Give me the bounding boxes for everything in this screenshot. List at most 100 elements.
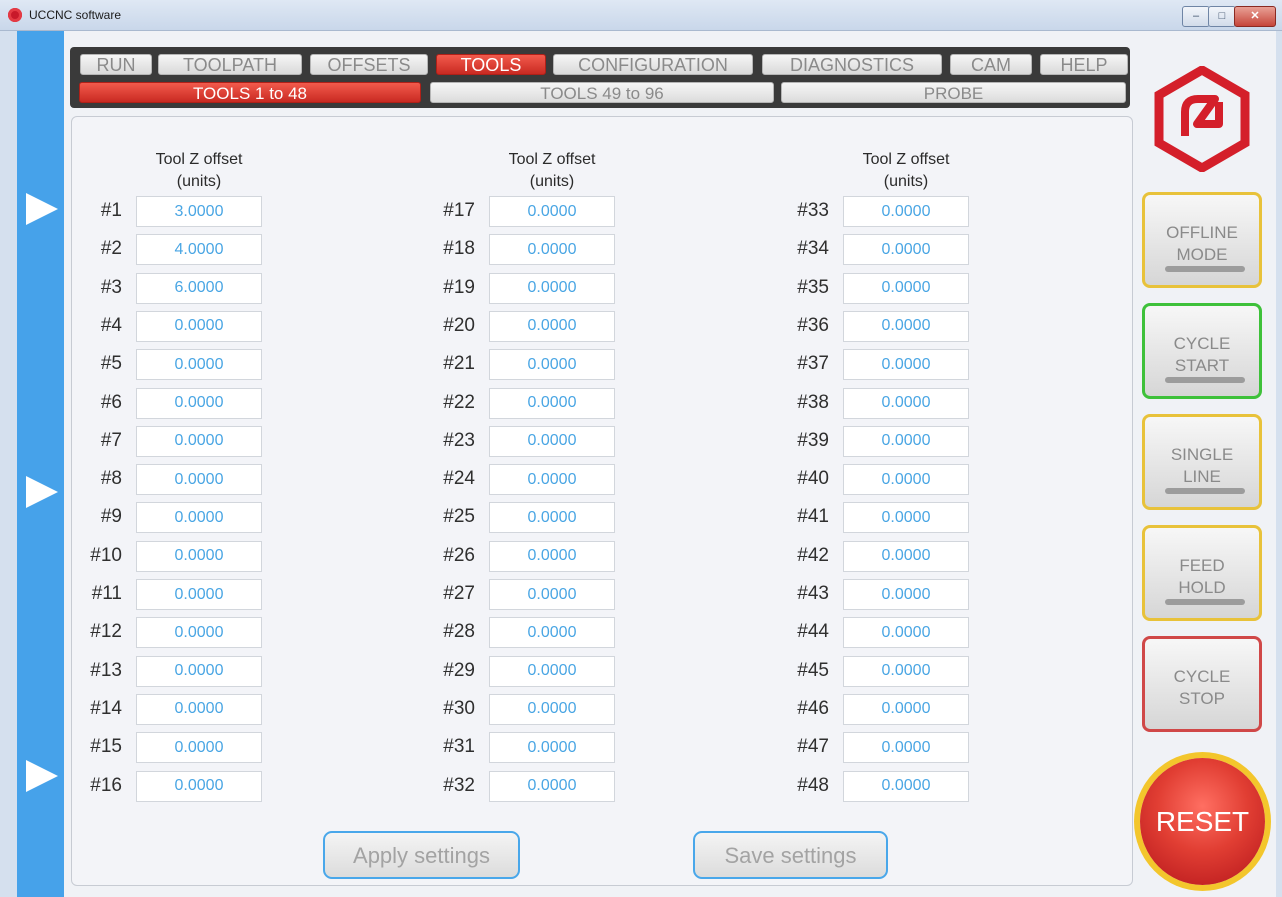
play-arrow-icon[interactable] [26, 193, 58, 225]
tool-number-label: #9 [100, 506, 122, 528]
tool-z-offset-input[interactable] [136, 310, 262, 342]
app-logo-icon [8, 8, 22, 22]
tab-tools[interactable]: TOOLS [436, 54, 546, 75]
tool-z-offset-input[interactable] [136, 196, 262, 227]
apply-settings-button[interactable]: Apply settings [323, 831, 520, 879]
tab-help[interactable]: HELP [1040, 54, 1128, 75]
reset-button[interactable]: RESET [1140, 758, 1265, 885]
minimize-button[interactable]: – [1182, 6, 1210, 27]
tool-number-label: #7 [100, 429, 122, 451]
tab-cam[interactable]: CAM [950, 54, 1032, 75]
button-label-line2: STOP [1179, 689, 1225, 708]
tool-z-offset-input[interactable] [843, 770, 969, 802]
tool-z-offset-input[interactable] [136, 425, 262, 457]
tool-z-offset-input[interactable] [136, 655, 262, 687]
tool-z-offset-input[interactable] [136, 387, 262, 419]
tab-configuration[interactable]: CONFIGURATION [553, 54, 753, 75]
reset-label: RESET [1155, 806, 1250, 837]
cycle-stop-button[interactable]: CYCLE STOP [1142, 636, 1262, 732]
tool-number-label: #3 [100, 276, 122, 298]
tool-z-offset-input[interactable] [136, 349, 262, 381]
tool-z-offset-input[interactable] [489, 579, 615, 610]
close-button[interactable]: ✕ [1234, 6, 1276, 27]
play-arrow-icon[interactable] [26, 476, 58, 508]
tool-z-offset-input[interactable] [843, 425, 969, 457]
tool-z-offset-input[interactable] [136, 502, 262, 534]
tool-z-offset-input[interactable] [136, 579, 262, 610]
tool-z-offset-input[interactable] [843, 617, 969, 649]
tool-z-offset-input[interactable] [843, 349, 969, 381]
button-label-line1: FEED [1179, 556, 1225, 575]
maximize-icon: □ [1218, 10, 1226, 22]
tool-z-offset-input[interactable] [136, 234, 262, 266]
tool-z-offset-input[interactable] [843, 502, 969, 534]
tab-toolpath[interactable]: TOOLPATH [158, 54, 302, 75]
tool-z-offset-input[interactable] [489, 196, 615, 227]
tool-number-label: #6 [100, 391, 122, 413]
tool-number-label: #35 [797, 276, 829, 298]
window-frame-right [1276, 31, 1282, 897]
feed-hold-button[interactable]: FEED HOLD [1142, 525, 1262, 621]
tool-z-offset-input[interactable] [489, 655, 615, 687]
tab-diagnostics[interactable]: DIAGNOSTICS [762, 54, 942, 75]
tool-z-offset-input[interactable] [843, 310, 969, 342]
play-arrow-icon[interactable] [26, 760, 58, 792]
single-line-button[interactable]: SINGLE LINE [1142, 414, 1262, 510]
subtab-tools-49-96[interactable]: TOOLS 49 to 96 [430, 82, 774, 103]
tool-z-offset-input[interactable] [843, 732, 969, 764]
tool-z-offset-input[interactable] [489, 464, 615, 496]
minimize-icon: – [1192, 10, 1200, 22]
tool-z-offset-input[interactable] [489, 310, 615, 342]
cycle-start-button[interactable]: CYCLE START [1142, 303, 1262, 399]
maximize-button[interactable]: □ [1208, 6, 1236, 27]
tab-offsets[interactable]: OFFSETS [310, 54, 428, 75]
tool-z-offset-input[interactable] [843, 272, 969, 304]
tool-number-label: #45 [797, 659, 829, 681]
led-indicator-bar [1165, 488, 1245, 494]
column-header-units: (units) [529, 173, 575, 190]
tool-z-offset-input[interactable] [489, 272, 615, 304]
button-label-line2: HOLD [1178, 578, 1226, 597]
tool-z-offset-input[interactable] [489, 387, 615, 419]
tool-z-offset-input[interactable] [843, 579, 969, 610]
button-label-line2: MODE [1176, 245, 1228, 264]
subtab-probe[interactable]: PROBE [781, 82, 1126, 103]
tool-number-label: #34 [797, 238, 829, 260]
tool-z-offset-input[interactable] [136, 540, 262, 572]
tool-z-offset-input[interactable] [136, 693, 262, 725]
tool-z-offset-input[interactable] [843, 693, 969, 725]
tool-z-offset-input[interactable] [843, 464, 969, 496]
tool-z-offset-input[interactable] [489, 234, 615, 266]
offline-mode-button[interactable]: OFFLINE MODE [1142, 192, 1262, 288]
tool-z-offset-input[interactable] [136, 617, 262, 649]
tool-z-offset-input[interactable] [489, 540, 615, 572]
tool-z-offset-input[interactable] [489, 617, 615, 649]
tool-z-offset-input[interactable] [843, 387, 969, 419]
led-indicator-bar [1165, 266, 1245, 272]
tool-number-label: #18 [443, 238, 475, 260]
button-label-line2: LINE [1183, 467, 1221, 486]
tool-z-offset-input[interactable] [489, 770, 615, 802]
save-settings-button[interactable]: Save settings [693, 831, 888, 879]
tool-z-offset-input[interactable] [843, 196, 969, 227]
tool-z-offset-input[interactable] [489, 502, 615, 534]
tool-z-offset-input[interactable] [136, 732, 262, 764]
tool-z-offset-input[interactable] [136, 770, 262, 802]
button-label-line1: SINGLE [1170, 445, 1234, 464]
column-header-units: (units) [883, 173, 929, 190]
tool-z-offset-input[interactable] [489, 732, 615, 764]
tab-run[interactable]: RUN [80, 54, 152, 75]
tool-z-offset-input[interactable] [136, 464, 262, 496]
tool-z-offset-input[interactable] [843, 540, 969, 572]
column-header-units: (units) [176, 173, 222, 190]
subtab-tools-1-48[interactable]: TOOLS 1 to 48 [79, 82, 421, 103]
tool-z-offset-input[interactable] [136, 272, 262, 304]
tool-z-offset-input[interactable] [843, 655, 969, 687]
tool-z-offset-input[interactable] [489, 425, 615, 457]
tool-z-offset-input[interactable] [843, 234, 969, 266]
tool-z-offset-input[interactable] [489, 349, 615, 381]
tool-number-label: #19 [443, 276, 475, 298]
column-header-title: Tool Z offset [508, 151, 596, 168]
tool-z-offset-input[interactable] [489, 693, 615, 725]
title-bar[interactable]: UCCNC software – □ ✕ [0, 0, 1282, 31]
